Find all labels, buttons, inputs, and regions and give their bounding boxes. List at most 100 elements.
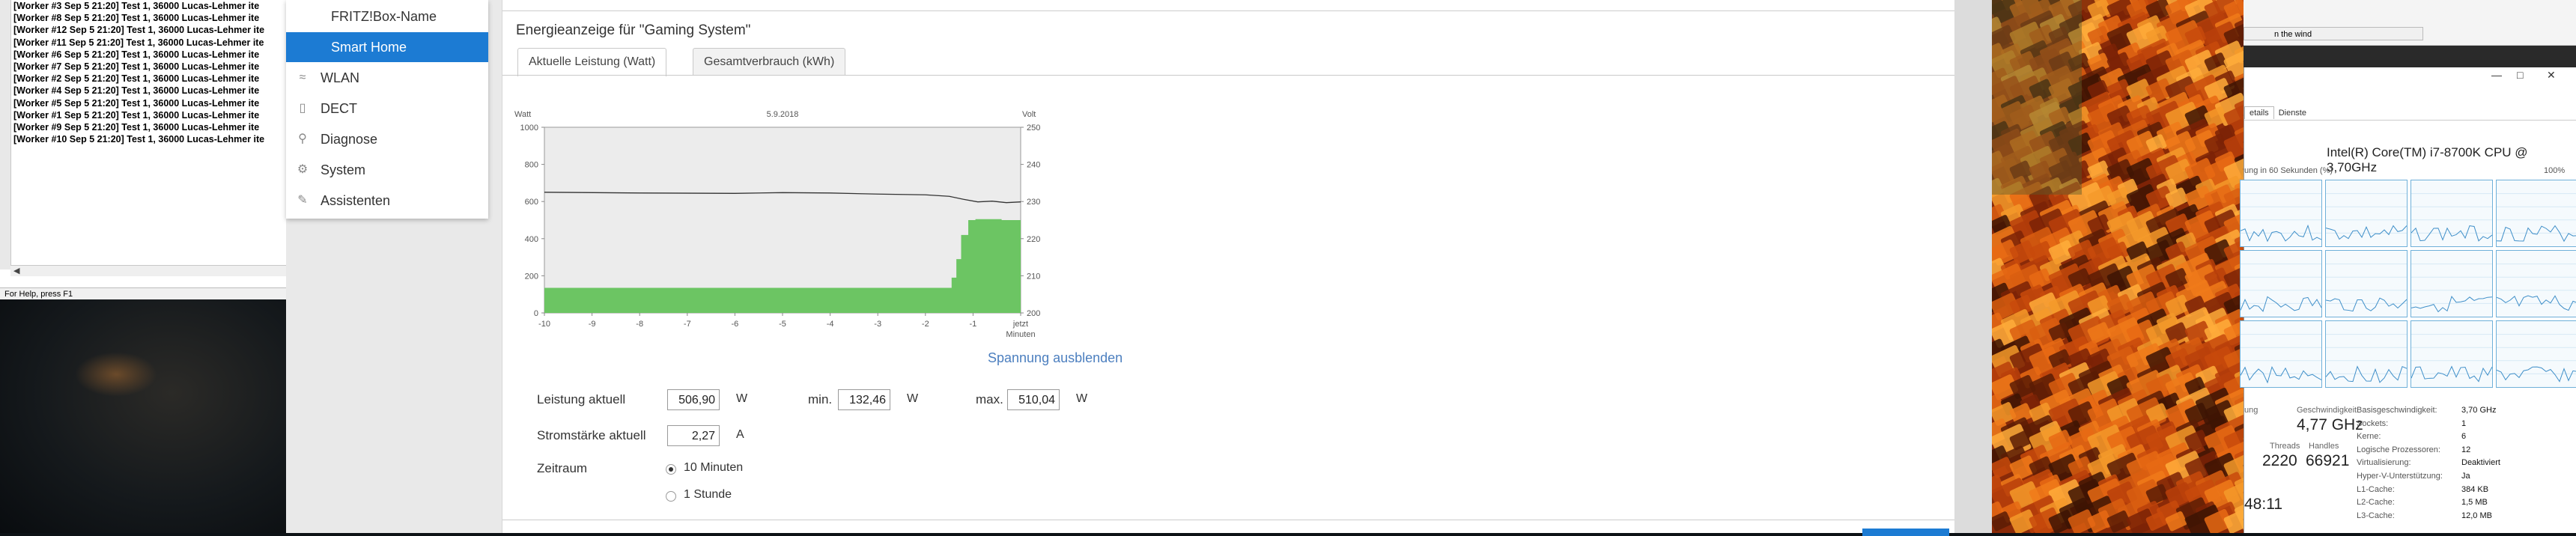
cpu-core-graph	[2496, 180, 2576, 247]
close-icon[interactable]: ✕	[2547, 69, 2556, 82]
cpu-info-key: Sockets:	[2357, 418, 2389, 428]
y-axis-label: Watt	[514, 110, 531, 119]
cpu-core-graph-svg	[2497, 193, 2576, 243]
cpu-info-key: L3-Cache:	[2357, 511, 2395, 520]
y-tick-label: 400	[525, 235, 538, 244]
y2-tick-label: 220	[1027, 235, 1040, 244]
max-unit: W	[1076, 392, 1088, 405]
tab-divider	[502, 75, 1955, 76]
scroll-left-icon[interactable]: ◀	[13, 266, 19, 275]
console-line: [Worker #8 Sep 5 21:20] Test 1, 36000 Lu…	[13, 13, 260, 24]
worker-console-window: [Worker #3 Sep 5 21:20] Test 1, 36000 Lu…	[0, 0, 288, 299]
cpu-core-usage-line	[2326, 297, 2407, 312]
energy-chart: 0 200 400 600 800 1000 200 210 220 230 240 250 -10 -9…	[514, 110, 1040, 339]
min-label: min.	[808, 392, 833, 406]
period-1h-label[interactable]: 1 Stunde	[684, 488, 732, 502]
console-line: [Worker #7 Sep 5 21:20] Test 1, 36000 Lu…	[13, 61, 260, 73]
period-10min-label[interactable]: 10 Minuten	[684, 461, 743, 475]
speed-label: Geschwindigkeit	[2297, 406, 2357, 415]
sidebar-item-fritz-box-name[interactable]: FRITZ!Box-Name	[286, 1, 488, 31]
sidebar-item-label: Smart Home	[331, 40, 407, 55]
x-tick-label: -8	[636, 320, 643, 329]
page-title: Energieanzeige für "Gaming System"	[516, 22, 751, 38]
cpu-core-graph-svg	[2241, 193, 2321, 243]
speed-value: 4,77 GHz	[2297, 416, 2363, 433]
cpu-core-graph	[2325, 180, 2408, 247]
gear-icon: ⚙	[297, 163, 309, 176]
cpu-core-graph-svg	[2326, 193, 2407, 240]
wifi-icon: ≈	[299, 71, 306, 84]
period-10min-radio[interactable]	[666, 464, 676, 475]
console-line: [Worker #12 Sep 5 21:20] Test 1, 36000 L…	[13, 25, 265, 36]
x-tick-label: -1	[970, 320, 977, 329]
task-manager-titlebar: — □ ✕	[2244, 67, 2576, 87]
x-tick-label: -9	[589, 320, 596, 329]
y2-tick-label: 210	[1027, 272, 1040, 281]
period-label: Zeitraum	[537, 461, 588, 475]
sidebar-item-dect[interactable]: ▯ DECT	[286, 94, 488, 124]
x-tick-label: -7	[684, 320, 691, 329]
console-line: [Worker #3 Sep 5 21:20] Test 1, 36000 Lu…	[13, 1, 260, 11]
cpu-core-graph-svg	[2497, 334, 2576, 383]
y-tick-label: 1000	[520, 124, 538, 133]
x-tick-label: -5	[779, 320, 786, 329]
tab-services[interactable]: Dienste	[2274, 107, 2311, 119]
content-top-border	[502, 0, 1955, 11]
magnifier-icon: ⚲	[298, 133, 307, 145]
cpu-core-graph-svg	[2326, 334, 2407, 383]
sidebar-item-diagnose[interactable]: ⚲ Diagnose	[286, 124, 488, 154]
min-unit: W	[907, 392, 919, 405]
current-label: Stromstärke aktuell	[537, 428, 646, 442]
current-unit: A	[736, 428, 744, 441]
top-window-bar: n the wind	[2244, 27, 2423, 40]
sidebar-item-system[interactable]: ⚙ System	[286, 155, 488, 185]
utilization-max: 100%	[2544, 166, 2566, 175]
cpu-info-key: Kerne:	[2357, 432, 2381, 442]
sidebar-item-label: FRITZ!Box-Name	[331, 9, 437, 24]
cpu-core-graph	[2325, 320, 2408, 388]
cpu-core-graph	[2411, 250, 2493, 317]
console-vertical-scrollbar[interactable]	[0, 0, 11, 269]
cpu-core-graph	[2240, 320, 2322, 388]
cpu-info-key: Basisgeschwindigkeit:	[2357, 406, 2437, 415]
hide-voltage-link[interactable]: Spannung ausblenden	[988, 350, 1123, 366]
y-tick-label: 0	[534, 309, 538, 318]
x-tick-label: -2	[922, 320, 929, 329]
sidebar-item-smart-home[interactable]: Smart Home	[286, 32, 488, 62]
y2-tick-label: 240	[1027, 161, 1040, 170]
sidebar-item-assistenten[interactable]: ✎ Assistenten	[286, 186, 488, 216]
cpu-core-graph	[2411, 180, 2493, 247]
console-line: [Worker #10 Sep 5 21:20] Test 1, 36000 L…	[13, 134, 265, 145]
utilization-caption: ung in 60 Sekunden (%)	[2244, 166, 2333, 175]
window-gap	[1954, 0, 1992, 533]
console-status-bar: For Help, press F1	[0, 287, 286, 299]
sidebar-item-label: WLAN	[321, 70, 360, 85]
tab-details[interactable]: etails	[2244, 106, 2274, 119]
wand-icon: ✎	[297, 194, 308, 207]
cpu-info-value: Ja	[2461, 472, 2470, 481]
sidebar-item-wlan[interactable]: ≈ WLAN	[286, 63, 488, 93]
y-tick-label: 800	[525, 161, 538, 170]
cpu-info-value: 12,0 MB	[2461, 511, 2492, 520]
maximize-icon[interactable]: □	[2517, 69, 2523, 81]
console-line: [Worker #5 Sep 5 21:20] Test 1, 36000 Lu…	[13, 97, 260, 109]
y2-tick-label: 250	[1027, 124, 1040, 133]
cpu-core-graph	[2496, 320, 2576, 388]
apply-button[interactable]	[1862, 529, 1949, 536]
abstract-artwork	[1992, 0, 2244, 533]
power-label: Leistung aktuell	[537, 392, 626, 406]
cpu-core-graph-svg	[2411, 264, 2492, 313]
cpu-info-key: Logische Prozessoren:	[2357, 445, 2440, 454]
cpu-core-usage-line	[2497, 295, 2576, 311]
period-1h-radio[interactable]	[666, 491, 676, 502]
cpu-info-value: 3,70 GHz	[2461, 406, 2497, 415]
tab-current-power[interactable]: Aktuelle Leistung (Watt)	[517, 48, 667, 76]
x-tick-label: -10	[538, 320, 550, 329]
tab-total-consumption[interactable]: Gesamtverbrauch (kWh)	[693, 48, 846, 76]
cpu-core-graph	[2496, 250, 2576, 317]
minimize-icon[interactable]: —	[2491, 69, 2502, 81]
console-horizontal-scrollbar[interactable]: ◀	[10, 265, 286, 276]
x-tick-label: -4	[827, 320, 834, 329]
cpu-core-usage-line	[2241, 365, 2321, 384]
threads-label: Threads	[2270, 442, 2300, 451]
